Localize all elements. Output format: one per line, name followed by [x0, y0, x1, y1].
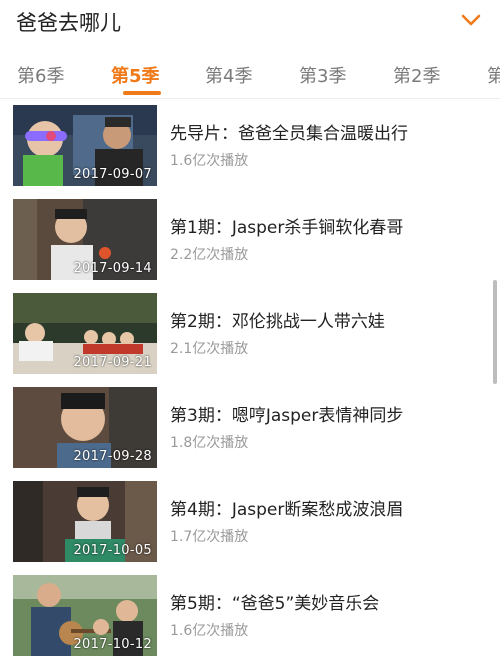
- air-date: 2017-09-28: [73, 449, 152, 464]
- tab-season-4[interactable]: 第4季: [205, 62, 252, 88]
- air-date: 2017-10-12: [73, 637, 152, 652]
- tab-season-3[interactable]: 第3季: [299, 62, 346, 88]
- episode-thumbnail[interactable]: 2017-09-21: [13, 293, 157, 374]
- air-date: 2017-10-05: [73, 543, 152, 558]
- episode-title[interactable]: 第4期：Jasper断案愁成波浪眉: [170, 495, 403, 520]
- play-count: 2.2亿次播放: [170, 247, 249, 263]
- episode-row[interactable]: 2017-09-07 先导片：爸爸全员集合温暖出行 1.6亿次播放: [0, 99, 500, 193]
- episode-thumbnail[interactable]: 2017-10-05: [13, 481, 157, 562]
- scrollbar[interactable]: [493, 280, 497, 384]
- play-count: 1.6亿次播放: [170, 623, 249, 639]
- play-count: 1.7亿次播放: [170, 529, 249, 545]
- season-tabs: 第6季 第5季 第4季 第3季 第2季 第: [0, 48, 500, 98]
- episode-row[interactable]: 2017-10-05 第4期：Jasper断案愁成波浪眉 1.7亿次播放: [0, 475, 500, 569]
- episode-title[interactable]: 第5期：“爸爸5”美妙音乐会: [170, 589, 379, 614]
- chevron-down-icon[interactable]: [460, 12, 482, 28]
- episode-title[interactable]: 第2期：邓伦挑战一人带六娃: [170, 307, 385, 332]
- episode-thumbnail[interactable]: 2017-09-07: [13, 105, 157, 186]
- play-count: 1.6亿次播放: [170, 153, 249, 169]
- air-date: 2017-09-21: [73, 355, 152, 370]
- episode-title[interactable]: 第1期：Jasper杀手锏软化春哥: [170, 213, 403, 238]
- active-tab-indicator: [123, 91, 161, 95]
- page-header: 爸爸去哪儿: [0, 0, 500, 44]
- tab-season-6[interactable]: 第6季: [17, 62, 64, 88]
- episode-row[interactable]: 2017-09-28 第3期：嗯哼Jasper表情神同步 1.8亿次播放: [0, 381, 500, 475]
- episode-thumbnail[interactable]: 2017-09-28: [13, 387, 157, 468]
- episode-thumbnail[interactable]: 2017-10-12: [13, 575, 157, 656]
- tab-season-2[interactable]: 第2季: [393, 62, 440, 88]
- episode-list: 2017-09-07 先导片：爸爸全员集合温暖出行 1.6亿次播放 2017-0…: [0, 99, 500, 665]
- show-title: 爸爸去哪儿: [16, 11, 121, 35]
- episode-title[interactable]: 先导片：爸爸全员集合温暖出行: [170, 119, 408, 144]
- play-count: 1.8亿次播放: [170, 435, 249, 451]
- air-date: 2017-09-07: [73, 167, 152, 182]
- tab-season-5[interactable]: 第5季: [111, 62, 160, 88]
- episode-row[interactable]: 2017-09-14 第1期：Jasper杀手锏软化春哥 2.2亿次播放: [0, 193, 500, 287]
- episode-title[interactable]: 第3期：嗯哼Jasper表情神同步: [170, 401, 403, 426]
- play-count: 2.1亿次播放: [170, 341, 249, 357]
- episode-row[interactable]: 2017-09-21 第2期：邓伦挑战一人带六娃 2.1亿次播放: [0, 287, 500, 381]
- episode-row[interactable]: 2017-10-12 第5期：“爸爸5”美妙音乐会 1.6亿次播放: [0, 569, 500, 663]
- tab-season-1[interactable]: 第: [487, 62, 500, 88]
- air-date: 2017-09-14: [73, 261, 152, 276]
- episode-thumbnail[interactable]: 2017-09-14: [13, 199, 157, 280]
